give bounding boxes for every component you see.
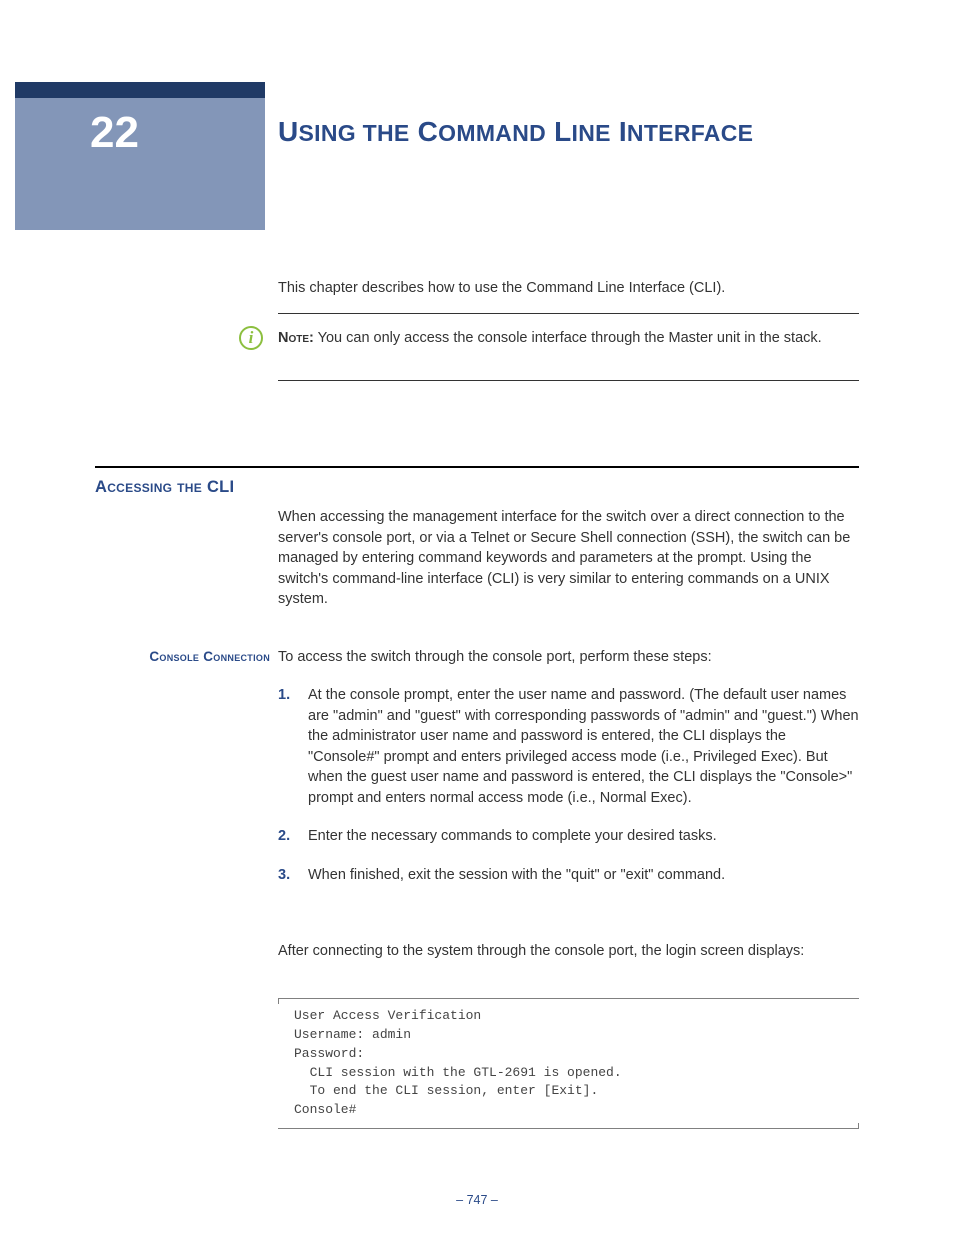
step-body: At the console prompt, enter the user na… (308, 685, 859, 808)
chapter-accent-bar (15, 82, 265, 98)
code-divider-bottom (278, 1128, 859, 1129)
code-block-container: User Access Verification Username: admin… (278, 998, 859, 1129)
chapter-title: USING THE COMMAND LINE INTERFACE (278, 110, 859, 153)
list-item: 1. At the console prompt, enter the user… (278, 685, 859, 808)
list-item: 2. Enter the necessary commands to compl… (278, 826, 859, 847)
section-divider (95, 466, 859, 468)
note-label: Note: (278, 330, 314, 346)
step-number: 1. (278, 685, 308, 808)
step-number: 2. (278, 826, 308, 847)
step-number: 3. (278, 865, 308, 886)
step-body: When finished, exit the session with the… (308, 865, 859, 886)
step-body: Enter the necessary commands to complete… (308, 826, 859, 847)
subsection-side-heading: Console Connection (95, 647, 270, 667)
code-block: User Access Verification Username: admin… (278, 999, 859, 1128)
section-heading: Accessing the CLI (95, 478, 234, 497)
section-body: When accessing the management interface … (278, 507, 859, 610)
code-corner-br (858, 1123, 859, 1129)
note-divider-bottom (278, 380, 859, 381)
note-text: Note: You can only access the console in… (278, 328, 859, 349)
subsection-intro: To access the switch through the console… (278, 647, 859, 668)
document-page: 22 USING THE COMMAND LINE INTERFACE This… (0, 0, 954, 1235)
page-number: – 747 – (0, 1193, 954, 1207)
note-divider-top (278, 313, 859, 314)
ordered-steps: 1. At the console prompt, enter the user… (278, 685, 859, 904)
chapter-number-block (15, 98, 265, 230)
info-icon: i (239, 326, 263, 350)
note-body: You can only access the console interfac… (314, 330, 822, 346)
chapter-intro: This chapter describes how to use the Co… (278, 278, 859, 299)
code-corner-tl (278, 998, 279, 1004)
chapter-number: 22 (90, 108, 139, 158)
list-item: 3. When finished, exit the session with … (278, 865, 859, 886)
subsection-after-text: After connecting to the system through t… (278, 941, 859, 962)
